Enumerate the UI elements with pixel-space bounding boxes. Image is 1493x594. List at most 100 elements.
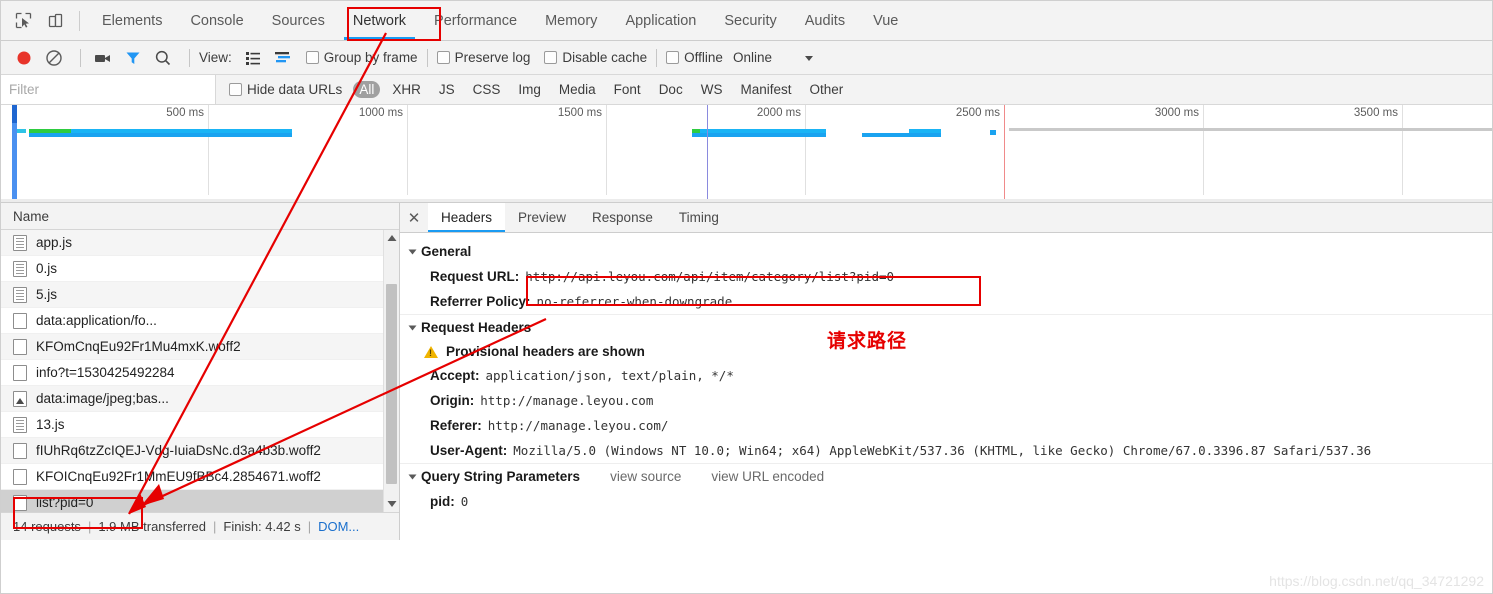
provisional-headers-warning: Provisional headers are shown [400,340,1492,363]
tab-headers[interactable]: Headers [428,203,505,232]
request-list-scrollbar[interactable] [383,230,399,512]
filter-type-ws[interactable]: WS [695,81,729,98]
checkbox-box[interactable] [437,51,450,64]
tab-sources[interactable]: Sources [258,1,339,40]
dom-content-loaded-link[interactable]: DOM... [318,519,359,534]
list-item[interactable]: 0.js [1,256,399,282]
scroll-up-arrow[interactable] [384,230,399,246]
waterfall-view-icon[interactable] [270,45,296,71]
chevron-down-icon[interactable] [796,45,822,71]
group-by-frame-checkbox[interactable]: Group by frame [306,50,418,65]
list-item[interactable]: fIUhRq6tzZcIQEJ-Vdg-IuiaDsNc.d3a4b3b.wof… [1,438,399,464]
preserve-log-label: Preserve log [455,50,531,65]
tab-label: Console [190,13,243,29]
hide-data-urls-label: Hide data URLs [247,82,342,97]
overview-request-bar [862,133,941,137]
overview-tick-label: 1500 ms [558,107,602,119]
toolbar-divider [189,49,190,67]
tab-console[interactable]: Console [176,1,257,40]
preserve-log-checkbox[interactable]: Preserve log [437,50,531,65]
clear-icon[interactable] [41,45,67,71]
devtools-window: Elements Console Sources Network Perform… [0,0,1493,594]
transferred-size: 1.9 MB transferred [98,519,206,534]
section-request-headers[interactable]: Request Headers [400,314,1492,340]
request-list-header: Name [1,203,399,230]
tab-memory[interactable]: Memory [531,1,611,40]
filter-type-doc[interactable]: Doc [653,81,689,98]
network-overview-timeline[interactable]: 500 ms 1000 ms 1500 ms 2000 ms 2500 ms 3… [1,105,1492,203]
filter-type-other[interactable]: Other [803,81,849,98]
filter-type-img[interactable]: Img [512,81,547,98]
hide-data-urls-checkbox[interactable]: Hide data URLs [229,82,342,97]
tab-preview[interactable]: Preview [505,203,579,232]
param-value: 0 [461,493,469,510]
list-view-icon[interactable] [240,45,266,71]
view-url-encoded-link[interactable]: view URL encoded [711,469,824,484]
tab-audits[interactable]: Audits [791,1,859,40]
list-item[interactable]: info?t=1530425492284 [1,360,399,386]
list-item-selected[interactable]: list?pid=0 [1,490,399,512]
list-item[interactable]: KFOICnqEu92Fr1MmEU9fBBc4.2854671.woff2 [1,464,399,490]
status-divider: | [88,519,91,534]
section-query-string-parameters[interactable]: Query String Parameters view source view… [400,463,1492,489]
request-name: app.js [36,235,72,250]
tab-label: Memory [545,13,597,29]
tab-security[interactable]: Security [710,1,790,40]
chevron-down-icon [409,325,417,330]
checkbox-box[interactable] [666,51,679,64]
disable-cache-checkbox[interactable]: Disable cache [544,50,647,65]
tab-network[interactable]: Network [339,1,420,40]
detail-tabs: ✕ Headers Preview Response Timing [400,203,1492,233]
overview-request-bar [909,129,941,133]
overview-tick-label: 3500 ms [1354,107,1398,119]
filter-type-font[interactable]: Font [608,81,647,98]
search-icon[interactable] [150,45,176,71]
tab-elements[interactable]: Elements [88,1,176,40]
request-name: data:application/fo... [36,313,157,328]
filter-type-all[interactable]: All [353,81,380,98]
record-icon[interactable] [11,45,37,71]
overview-tick: 2500 ms [806,105,1005,195]
section-general[interactable]: General [400,239,1492,264]
filter-type-manifest[interactable]: Manifest [734,81,797,98]
tab-performance[interactable]: Performance [420,1,531,40]
js-file-icon [13,417,27,433]
throttling-value[interactable]: Online [733,50,772,65]
overview-request-bar [692,133,826,137]
tab-vue[interactable]: Vue [859,1,912,40]
checkbox-box[interactable] [544,51,557,64]
tab-application[interactable]: Application [611,1,710,40]
checkbox-box[interactable] [306,51,319,64]
scroll-down-arrow[interactable] [384,496,399,512]
filter-icon[interactable] [120,45,146,71]
list-item[interactable]: app.js [1,230,399,256]
headers-content: General Request URL: http://api.leyou.co… [400,233,1492,540]
offline-checkbox[interactable]: Offline [666,50,723,65]
overview-tick: 1000 ms [209,105,408,195]
header-value: Mozilla/5.0 (Windows NT 10.0; Win64; x64… [513,442,1371,459]
filter-type-media[interactable]: Media [553,81,602,98]
device-toolbar-icon[interactable] [41,7,69,35]
overview-request-bar [17,129,26,133]
filter-type-js[interactable]: JS [433,81,461,98]
inspect-element-icon[interactable] [9,7,37,35]
header-row-referrer-policy: Referrer Policy: no-referrer-when-downgr… [400,289,1492,314]
checkbox-box[interactable] [229,83,242,96]
capture-screenshots-icon[interactable] [90,45,116,71]
tab-response[interactable]: Response [579,203,666,232]
list-item[interactable]: data:application/fo... [1,308,399,334]
list-item[interactable]: 13.js [1,412,399,438]
close-icon[interactable]: ✕ [400,203,428,232]
filter-input[interactable] [1,75,216,104]
list-item[interactable]: 5.js [1,282,399,308]
load-event-line [1004,105,1005,202]
list-item[interactable]: data:image/jpeg;bas... [1,386,399,412]
scrollbar-thumb[interactable] [386,284,397,484]
js-file-icon [13,235,27,251]
offline-label: Offline [684,50,723,65]
view-source-link[interactable]: view source [610,469,681,484]
filter-type-css[interactable]: CSS [467,81,507,98]
list-item[interactable]: KFOmCnqEu92Fr1Mu4mxK.woff2 [1,334,399,360]
tab-timing[interactable]: Timing [666,203,732,232]
filter-type-xhr[interactable]: XHR [386,81,427,98]
